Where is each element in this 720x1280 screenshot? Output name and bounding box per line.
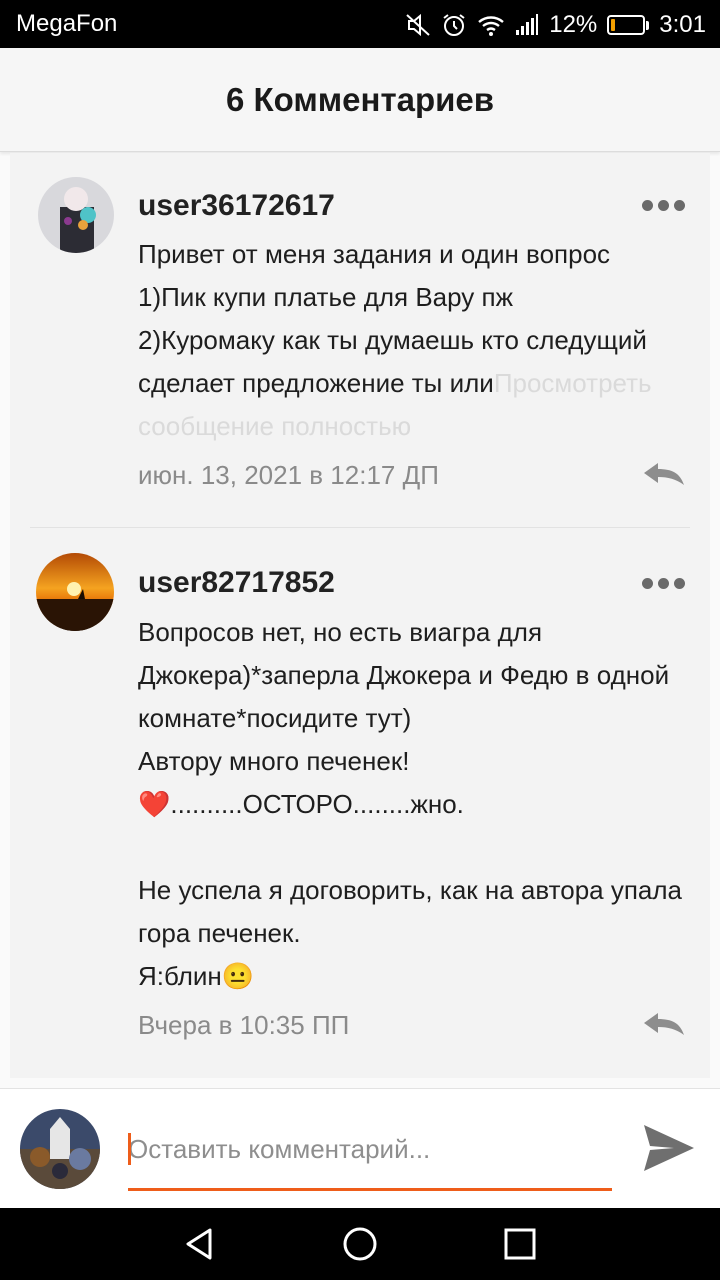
comment-composer [0, 1088, 720, 1208]
comment-username[interactable]: user82717852 [138, 566, 335, 600]
comment-time: Вчера в 10:35 ПП [138, 1010, 350, 1040]
comment-text: Вопросов нет, но есть виагра для Джокера… [138, 617, 683, 991]
signal-icon [516, 14, 539, 35]
more-options-icon[interactable] [642, 197, 686, 213]
back-icon[interactable] [182, 1226, 218, 1262]
comment-username[interactable]: user36172617 [138, 189, 335, 223]
avatar[interactable] [36, 553, 114, 631]
status-bar: MegaFon 12% 3:01 [0, 0, 720, 48]
text-cursor [128, 1133, 131, 1165]
mute-icon [406, 13, 430, 37]
comment-input-field[interactable] [128, 1119, 612, 1191]
send-icon[interactable] [640, 1119, 698, 1177]
status-time: 3:01 [659, 11, 706, 38]
comment-text: Привет от меня задания и один вопрос 1)П… [138, 233, 698, 448]
avatar[interactable] [20, 1109, 100, 1189]
status-icons: 12% 3:01 [405, 8, 706, 42]
recents-icon[interactable] [502, 1226, 538, 1262]
wifi-icon [478, 16, 505, 36]
navigation-bar [0, 1208, 720, 1280]
reply-icon[interactable] [642, 1011, 686, 1037]
alarm-icon [443, 14, 465, 36]
carrier-label: MegaFon [16, 10, 118, 37]
comment-input[interactable] [128, 1119, 612, 1179]
comments-list[interactable]: user36172617 Привет от меня задания и од… [10, 153, 710, 1078]
comment-item: user82717852 Вопросов нет, но есть виагр… [10, 528, 710, 1078]
comment-time: июн. 13, 2021 в 12:17 ДП [138, 460, 439, 490]
more-options-icon[interactable] [642, 575, 686, 591]
battery-icon [607, 15, 650, 35]
avatar[interactable] [38, 177, 114, 253]
battery-percent: 12% [549, 11, 598, 38]
page-title: 6 Комментариев [225, 80, 495, 118]
home-icon[interactable] [342, 1226, 378, 1262]
reply-icon[interactable] [642, 461, 686, 487]
comments-header: 6 Комментариев [0, 48, 720, 152]
comment-item: user36172617 Привет от меня задания и од… [10, 153, 710, 527]
